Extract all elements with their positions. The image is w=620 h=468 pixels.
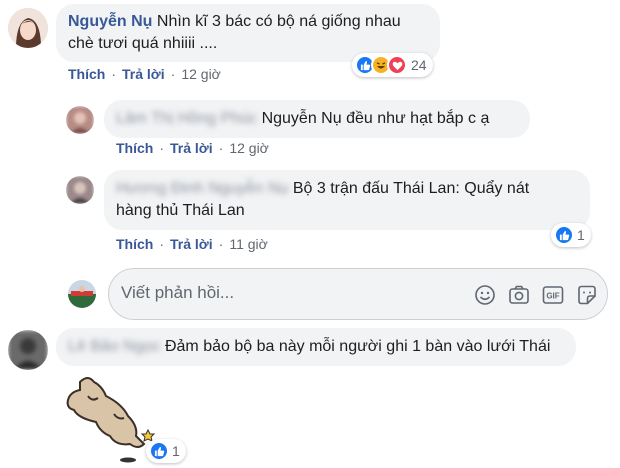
avatar[interactable] (8, 330, 48, 370)
timestamp[interactable]: 11 giờ (229, 236, 268, 252)
comment-author[interactable]: Hương Đinh Nguyễn Nụ (116, 180, 288, 197)
reply-link[interactable]: Trả lời (170, 236, 213, 252)
reply-placeholder: Viết phản hồi... (121, 283, 235, 302)
sticker-icon[interactable] (575, 283, 599, 307)
avatar[interactable] (8, 8, 48, 48)
comment-text: Nguyễn Nụ đều như hạt bắp c ạ (261, 110, 490, 127)
like-link[interactable]: Thích (68, 66, 105, 82)
like-link[interactable]: Thích (116, 236, 153, 252)
reaction-count: 1 (172, 443, 180, 459)
reply-link[interactable]: Trả lời (170, 140, 213, 156)
comment-actions: Thích · Trả lời · 11 giờ (116, 236, 268, 252)
comment-text: Nhìn kĩ 3 bác có bộ ná giống nhau (156, 13, 401, 30)
comment-text: Đảm bảo bộ ba này mỗi người ghi 1 bàn và… (164, 338, 551, 355)
profile-photo (8, 330, 48, 370)
comment-bubble: Lê Bảo Ngọc Đảm bảo bộ ba này mỗi người … (56, 328, 576, 366)
comment-text-continued: chè tươi quá nhiiii .... (68, 35, 218, 52)
like-reaction-icon (149, 441, 169, 461)
comment-text: Bộ 3 trận đấu Thái Lan: Quẩy nát (292, 180, 530, 197)
like-reaction-icon (554, 225, 574, 245)
comment-author[interactable]: Lê Bảo Ngọc (68, 338, 161, 355)
current-user-avatar (68, 280, 96, 308)
emoji-icon[interactable] (473, 283, 497, 307)
reply-bubble: Hương Đinh Nguyễn Nụ Bộ 3 trận đấu Thái … (104, 170, 590, 230)
reaction-summary[interactable]: 24 (352, 53, 433, 77)
love-reaction-icon (387, 55, 407, 75)
reply-link[interactable]: Trả lời (122, 66, 165, 82)
timestamp[interactable]: 12 giờ (229, 140, 269, 156)
reaction-count: 24 (411, 57, 427, 73)
avatar[interactable] (66, 106, 94, 134)
comment-author[interactable]: Nguyễn Nụ (68, 13, 152, 30)
reply-bubble: Lâm Thị Hồng Phúc Nguyễn Nụ đều như hạt … (104, 100, 530, 138)
profile-photo (66, 176, 94, 204)
avatar[interactable] (66, 176, 94, 204)
profile-photo (8, 8, 48, 48)
camera-icon[interactable] (507, 283, 531, 307)
svg-text:GIF: GIF (546, 292, 559, 301)
comment-actions: Thích · Trả lời · 12 giờ (116, 140, 269, 156)
like-link[interactable]: Thích (116, 140, 153, 156)
reaction-summary[interactable]: 1 (146, 439, 186, 463)
profile-photo (66, 106, 94, 134)
timestamp[interactable]: 12 giờ (181, 66, 221, 82)
comment-actions: Thích · Trả lời · 12 giờ (68, 66, 221, 82)
gif-icon[interactable]: GIF (541, 283, 565, 307)
reaction-count: 1 (577, 227, 585, 243)
comment-text-continued: hàng thủ Thái Lan (116, 202, 245, 219)
profile-photo (68, 280, 96, 308)
reply-input[interactable]: Viết phản hồi... GIF (108, 268, 608, 320)
reaction-summary[interactable]: 1 (551, 223, 591, 247)
comment-author[interactable]: Lâm Thị Hồng Phúc (116, 110, 257, 127)
